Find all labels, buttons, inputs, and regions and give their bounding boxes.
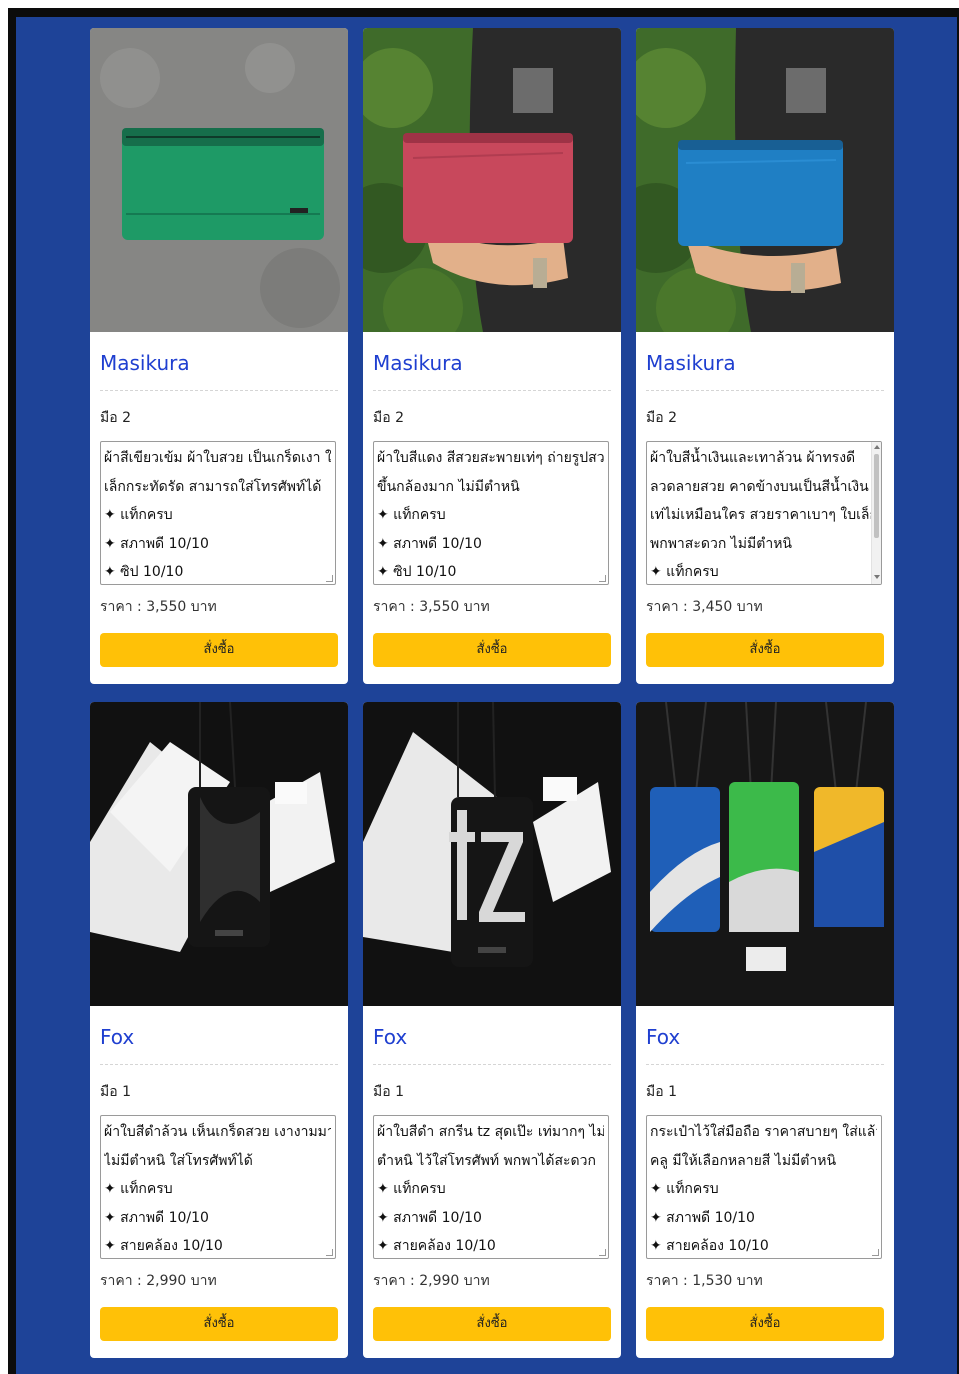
- resize-handle-icon[interactable]: [872, 1249, 879, 1256]
- divider: [373, 1064, 611, 1065]
- buy-button[interactable]: สั่งซื้อ: [646, 633, 884, 667]
- description-line: ✦ แท็กครบ: [104, 1181, 173, 1197]
- description-line: ✦ สายคล้อง 10/10: [650, 1238, 769, 1254]
- resize-handle-icon[interactable]: [326, 1249, 333, 1256]
- description-line: ✦ ซิป 10/10: [104, 564, 184, 580]
- description-line: ✦ สภาพดี 10/10: [104, 535, 209, 552]
- product-condition: มือ 1: [100, 1084, 131, 1100]
- description-line: ผ้าใบสีน้ำเงินและเทาล้วน ผ้าทรงดี: [650, 450, 856, 466]
- divider: [646, 1064, 884, 1065]
- scroll-up-icon[interactable]: [874, 445, 880, 449]
- product-page: Masikura มือ 2 ผ้าสีเขียวเข้ม ผ้าใบสวย เ…: [16, 17, 957, 1374]
- description-line: ✦ แท็กครบ: [650, 564, 719, 580]
- product-title: Masikura: [100, 351, 190, 375]
- description-line: ✦ สภาพดี 10/10: [650, 1209, 755, 1226]
- product-title: Fox: [100, 1025, 135, 1049]
- description-line: คลู มีให้เลือกหลายสี ไม่มีตำหนิ: [650, 1152, 837, 1169]
- product-price: ราคา : 3,550 บาท: [100, 599, 217, 615]
- product-price: ราคา : 2,990 บาท: [100, 1273, 217, 1289]
- divider: [646, 390, 884, 391]
- description-line: ผ้าใบสีแดง สีสวยสะพายเท่ๆ ถ่ายรูปสวย: [377, 450, 604, 466]
- resize-handle-icon[interactable]: [599, 575, 606, 582]
- description-textarea[interactable]: ผ้าใบสีแดง สีสวยสะพายเท่ๆ ถ่ายรูปสวย ขึ้…: [373, 441, 609, 585]
- product-title: Fox: [373, 1025, 408, 1049]
- product-price: ราคา : 3,550 บาท: [373, 599, 490, 615]
- description-line: ✦ แท็กครบ: [377, 1181, 446, 1197]
- product-card: Fox มือ 1 กระเป๋าไว้ใส่มือถือ ราคาสบายๆ …: [636, 702, 894, 1358]
- description-textarea[interactable]: ผ้าสีเขียวเข้ม ผ้าใบสวย เป็นเกร็ดเงา ใบ …: [100, 441, 336, 585]
- tz-phone-pouch-photo: [363, 702, 621, 1006]
- description-line: ขึ้นกล้องมาก ไม่มีตำหนิ: [377, 478, 520, 495]
- description-textarea[interactable]: กระเป๋าไว้ใส่มือถือ ราคาสบายๆ ใส่แล้วดู …: [646, 1115, 882, 1259]
- description-line: ✦ แท็กครบ: [377, 507, 446, 523]
- description-line: ✦ ซิป 10/10: [377, 564, 457, 580]
- green-pouch-photo: [90, 28, 348, 332]
- product-card: Masikura มือ 2 ผ้าใบสีแดง สีสวยสะพายเท่ๆ…: [363, 28, 621, 684]
- product-condition: มือ 1: [373, 1084, 404, 1100]
- blue-pouch-photo: [636, 28, 894, 332]
- description-line: ✦ แท็กครบ: [650, 1181, 719, 1197]
- scroll-thumb[interactable]: [874, 454, 879, 538]
- description-textarea[interactable]: ผ้าใบสีน้ำเงินและเทาล้วน ผ้าทรงดี ลวดลาย…: [646, 441, 882, 585]
- buy-button[interactable]: สั่งซื้อ: [373, 1307, 611, 1341]
- description-textarea[interactable]: ผ้าใบสีดำล้วน เห็นเกร็ดสวย เงางามมาก ไม่…: [100, 1115, 336, 1259]
- divider: [100, 390, 338, 391]
- black-phone-pouch-photo: [90, 702, 348, 1006]
- product-price: ราคา : 2,990 บาท: [373, 1273, 490, 1289]
- description-line: ผ้าใบสีดำล้วน เห็นเกร็ดสวย เงางามมาก: [104, 1124, 331, 1140]
- product-condition: มือ 2: [100, 410, 131, 426]
- divider: [373, 390, 611, 391]
- product-condition: มือ 1: [646, 1084, 677, 1100]
- textarea-scrollbar[interactable]: [871, 442, 881, 584]
- resize-handle-icon[interactable]: [599, 1249, 606, 1256]
- product-title: Fox: [646, 1025, 681, 1049]
- description-line: ✦ สายคล้อง 10/10: [104, 1238, 223, 1254]
- product-grid: Masikura มือ 2 ผ้าสีเขียวเข้ม ผ้าใบสวย เ…: [90, 28, 894, 1358]
- description-line: กระเป๋าไว้ใส่มือถือ ราคาสบายๆ ใส่แล้วดู: [650, 1124, 877, 1140]
- description-line: เล็กกระทัดรัด สามารถใส่โทรศัพท์ได้: [104, 478, 322, 495]
- description-line: ✦ สายคล้อง 10/10: [377, 1238, 496, 1254]
- description-line: ผ้าสีเขียวเข้ม ผ้าใบสวย เป็นเกร็ดเงา ใบ: [104, 450, 331, 466]
- product-card: Masikura มือ 2 ผ้าสีเขียวเข้ม ผ้าใบสวย เ…: [90, 28, 348, 684]
- description-line: เท่ไม่เหมือนใคร สวยราคาเบาๆ ใบเล็ก: [650, 507, 877, 523]
- buy-button[interactable]: สั่งซื้อ: [373, 633, 611, 667]
- buy-button[interactable]: สั่งซื้อ: [646, 1307, 884, 1341]
- scroll-down-icon[interactable]: [874, 575, 880, 579]
- description-line: ไม่มีตำหนิ ใส่โทรศัพท์ได้: [104, 1152, 253, 1169]
- description-line: ✦ สภาพดี 10/10: [377, 1209, 482, 1226]
- buy-button[interactable]: สั่งซื้อ: [100, 1307, 338, 1341]
- description-line: ลวดลายสวย คาดข้างบนเป็นสีน้ำเงิน: [650, 478, 869, 495]
- description-line: ✦ แท็กครบ: [104, 507, 173, 523]
- description-line: พกพาสะดวก ไม่มีตำหนิ: [650, 535, 792, 552]
- product-card: Fox มือ 1 ผ้าใบสีดำ สกรีน tz สุดเป๊ะ เท่…: [363, 702, 621, 1358]
- description-textarea[interactable]: ผ้าใบสีดำ สกรีน tz สุดเป๊ะ เท่มากๆ ไม่มี…: [373, 1115, 609, 1259]
- red-pouch-photo: [363, 28, 621, 332]
- description-line: ✦ สภาพดี 10/10: [104, 1209, 209, 1226]
- divider: [100, 1064, 338, 1065]
- description-line: ผ้าใบสีดำ สกรีน tz สุดเป๊ะ เท่มากๆ ไม่มี: [377, 1124, 604, 1140]
- three-phone-pouches-photo: [636, 702, 894, 1006]
- product-title: Masikura: [646, 351, 736, 375]
- resize-handle-icon[interactable]: [326, 575, 333, 582]
- description-line: ✦ สภาพดี 10/10: [377, 535, 482, 552]
- product-condition: มือ 2: [373, 410, 404, 426]
- product-card: Masikura มือ 2 ผ้าใบสีน้ำเงินและเทาล้วน …: [636, 28, 894, 684]
- product-card: Fox มือ 1 ผ้าใบสีดำล้วน เห็นเกร็ดสวย เงา…: [90, 702, 348, 1358]
- product-price: ราคา : 3,450 บาท: [646, 599, 763, 615]
- buy-button[interactable]: สั่งซื้อ: [100, 633, 338, 667]
- product-price: ราคา : 1,530 บาท: [646, 1273, 763, 1289]
- product-title: Masikura: [373, 351, 463, 375]
- description-line: ตำหนิ ไว้ใส่โทรศัพท์ พกพาได้สะดวก: [377, 1152, 596, 1169]
- product-condition: มือ 2: [646, 410, 677, 426]
